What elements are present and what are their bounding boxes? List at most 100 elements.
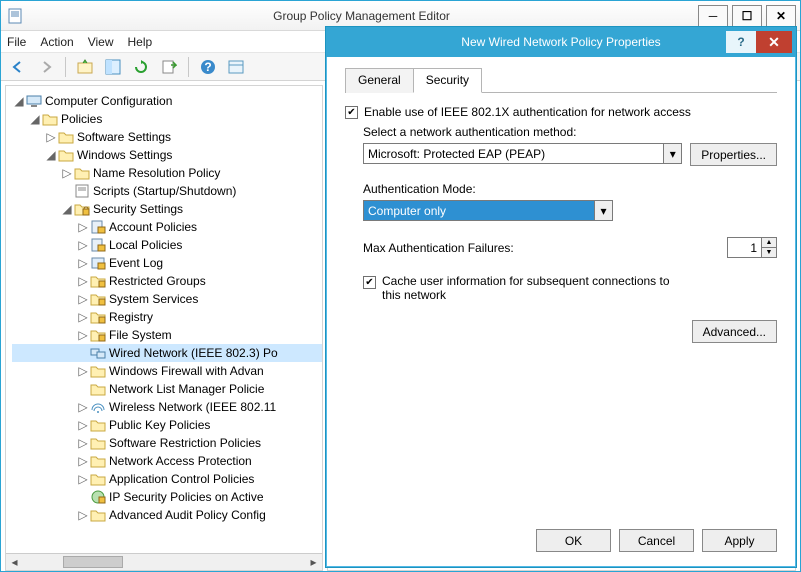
auth-method-value: Microsoft: Protected EAP (PEAP) [368,147,545,161]
expand-icon[interactable]: ◢ [44,148,58,162]
expand-icon[interactable]: ◢ [12,94,26,108]
expand-icon[interactable]: ▷ [76,328,90,342]
expand-icon[interactable]: ▷ [76,400,90,414]
properties-button[interactable]: Properties... [690,143,777,166]
maximize-button[interactable]: ☐ [732,5,762,27]
folder-icon [58,129,74,145]
back-button[interactable] [7,56,29,78]
tree-label[interactable]: Public Key Policies [109,418,210,432]
expand-icon[interactable]: ▷ [76,454,90,468]
horizontal-scrollbar[interactable]: ◂ ▸ [6,553,322,570]
enable-8021x-label: Enable use of IEEE 802.1X authentication… [364,105,691,119]
tree-label[interactable]: Security Settings [93,202,183,216]
tree-label[interactable]: Network Access Protection [109,454,252,468]
menu-help[interactable]: Help [128,35,153,49]
tree-label[interactable]: Windows Firewall with Advan [109,364,264,378]
tree-label[interactable]: Windows Settings [77,148,172,162]
tab-general[interactable]: General [345,68,414,93]
forward-button[interactable] [35,56,57,78]
expand-icon[interactable]: ◢ [60,202,74,216]
tree-label[interactable]: Event Log [109,256,163,270]
menu-view[interactable]: View [88,35,114,49]
tree-label[interactable]: File System [109,328,172,342]
tree-label[interactable]: Registry [109,310,153,324]
enable-8021x-checkbox[interactable]: ✔ [345,106,358,119]
folder-icon [90,471,106,487]
expand-icon[interactable]: ▷ [76,274,90,288]
expand-icon[interactable]: ▷ [60,166,74,180]
spin-up-icon[interactable]: ▲ [762,238,776,248]
auth-mode-select[interactable]: Computer only ▾ [363,200,613,221]
dialog-tabs: General Security [345,67,777,93]
options-icon[interactable] [225,56,247,78]
folder-lock-icon [90,273,106,289]
expand-icon[interactable]: ▷ [76,238,90,252]
tab-security[interactable]: Security [413,68,482,93]
tree-label[interactable]: Network List Manager Policie [109,382,264,396]
tree-label[interactable]: IP Security Policies on Active [109,490,264,504]
tree-label[interactable]: Account Policies [109,220,197,234]
tree-label[interactable]: Name Resolution Policy [93,166,220,180]
tree-label[interactable]: Application Control Policies [109,472,254,486]
script-icon [74,183,90,199]
menu-file[interactable]: File [7,35,26,49]
show-hide-console-tree-icon[interactable] [102,56,124,78]
folder-icon [90,507,106,523]
max-fail-input[interactable]: 1 ▲▼ [727,237,777,258]
tree-label[interactable]: Software Settings [77,130,171,144]
folder-icon [90,435,106,451]
expand-icon[interactable]: ▷ [76,418,90,432]
tree-label[interactable]: Restricted Groups [109,274,206,288]
tree-label[interactable]: Software Restriction Policies [109,436,261,450]
menu-action[interactable]: Action [40,35,73,49]
export-list-icon[interactable] [158,56,180,78]
auth-method-select[interactable]: Microsoft: Protected EAP (PEAP) ▾ [363,143,682,164]
dialog-help-button[interactable]: ? [726,31,756,53]
expand-icon[interactable]: ▷ [76,310,90,324]
max-fail-label: Max Authentication Failures: [363,241,727,255]
tree-label[interactable]: Computer Configuration [45,94,172,108]
scroll-right-icon[interactable]: ▸ [305,554,322,570]
tree-label[interactable]: System Services [109,292,198,306]
tree-label[interactable]: Wireless Network (IEEE 802.11 [109,400,276,414]
max-fail-value: 1 [728,238,761,257]
refresh-icon[interactable] [130,56,152,78]
folder-icon [42,111,58,127]
expand-icon[interactable]: ▷ [76,220,90,234]
folder-lock-icon [90,309,106,325]
expand-icon[interactable]: ▷ [76,436,90,450]
expand-icon[interactable]: ▷ [76,292,90,306]
ok-button[interactable]: OK [536,529,611,552]
minimize-button[interactable]: ─ [698,5,728,27]
spin-down-icon[interactable]: ▼ [762,248,776,257]
up-icon[interactable] [74,56,96,78]
advanced-button[interactable]: Advanced... [692,320,777,343]
tree-pane[interactable]: ◢Computer Configuration ◢Policies ▷Softw… [5,85,323,571]
tree-label[interactable]: Policies [61,112,102,126]
app-icon [7,8,23,24]
close-button[interactable]: ✕ [766,5,796,27]
scroll-thumb[interactable] [63,556,123,568]
chevron-down-icon: ▾ [663,144,681,163]
expand-icon[interactable]: ▷ [76,508,90,522]
folder-icon [90,453,106,469]
security-icon [74,201,90,217]
cancel-button[interactable]: Cancel [619,529,694,552]
apply-button[interactable]: Apply [702,529,777,552]
expand-icon[interactable]: ▷ [76,364,90,378]
help-icon[interactable]: ? [197,56,219,78]
tree-label[interactable]: Advanced Audit Policy Config [109,508,266,522]
tree-item-selected[interactable]: Wired Network (IEEE 802.3) Po [12,344,322,362]
dialog-titlebar: New Wired Network Policy Properties ? ✕ [326,27,796,57]
folder-icon [90,363,106,379]
expand-icon[interactable]: ◢ [28,112,42,126]
expand-icon[interactable]: ▷ [76,256,90,270]
tree-label[interactable]: Scripts (Startup/Shutdown) [93,184,236,198]
expand-icon[interactable]: ▷ [76,472,90,486]
cache-checkbox[interactable]: ✔ [363,276,376,289]
dialog-close-button[interactable]: ✕ [756,31,792,53]
scroll-left-icon[interactable]: ◂ [6,554,23,570]
tree-label[interactable]: Local Policies [109,238,182,252]
auth-mode-value: Computer only [368,204,446,218]
expand-icon[interactable]: ▷ [44,130,58,144]
